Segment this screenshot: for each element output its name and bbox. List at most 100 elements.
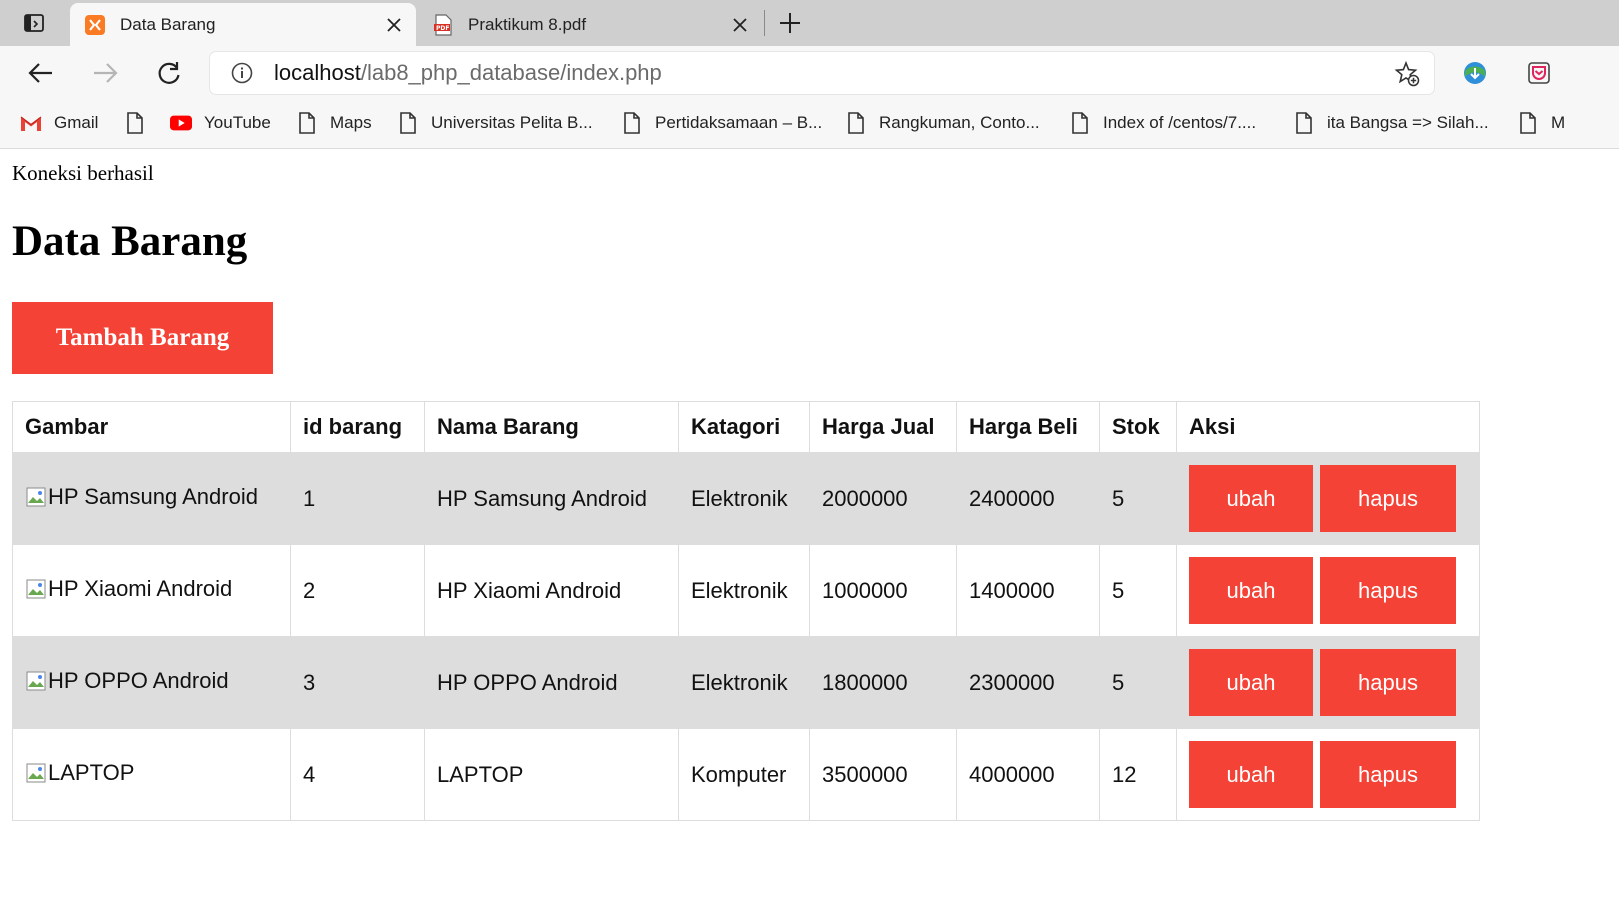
edit-button[interactable]: ubah [1189, 649, 1313, 716]
image-cell: HP Samsung Android [12, 452, 291, 545]
broken-image-icon [26, 671, 46, 690]
cell-actions: ubah hapus [1176, 728, 1480, 821]
xampp-icon [84, 14, 106, 36]
page-icon [1517, 112, 1539, 134]
bookmark-label: Rangkuman, Conto... [879, 113, 1040, 132]
table-row: HP OPPO Android 3 HP OPPO Android Elektr… [12, 636, 1480, 729]
cell-category: Elektronik [678, 452, 810, 545]
product-image: HP OPPO Android [25, 668, 229, 694]
image-cell: LAPTOP [12, 728, 291, 821]
add-item-button[interactable]: Tambah Barang [12, 302, 273, 374]
site-info-icon[interactable] [230, 61, 254, 85]
column-header: Aksi [1176, 401, 1480, 453]
bookmark-label: M [1551, 113, 1566, 132]
delete-button[interactable]: hapus [1320, 465, 1456, 532]
column-header: Harga Beli [956, 401, 1100, 453]
page-title: Data Barang [12, 218, 248, 265]
page-icon [124, 112, 146, 134]
image-alt-text: HP Xiaomi Android [48, 575, 233, 601]
tab-actions-menu-icon[interactable] [16, 9, 52, 37]
cell-id: 2 [290, 544, 425, 637]
bookmark-youtube[interactable]: YouTube [170, 110, 271, 136]
browser-toolbar: localhost/lab8_php_database/index.php [0, 46, 1619, 100]
column-header: id barang [290, 401, 425, 453]
column-header: Gambar [12, 401, 291, 453]
page-icon [1293, 112, 1315, 134]
forward-arrow-icon[interactable] [90, 58, 120, 88]
table-row: HP Xiaomi Android 2 HP Xiaomi Android El… [12, 544, 1480, 637]
address-bar[interactable]: localhost/lab8_php_database/index.php [210, 52, 1434, 94]
column-header: Harga Jual [809, 401, 957, 453]
back-arrow-icon[interactable] [26, 58, 56, 88]
delete-button[interactable]: hapus [1320, 649, 1456, 716]
items-table: Gambar id barang Nama Barang Katagori Ha… [12, 401, 1480, 821]
cell-id: 4 [290, 728, 425, 821]
add-favorite-star-icon[interactable] [1394, 60, 1420, 87]
bookmark-label: Gmail [54, 113, 99, 132]
cell-actions: ubah hapus [1176, 452, 1480, 545]
bookmark-universitas[interactable]: Universitas Pelita B... [397, 110, 593, 136]
table-row: HP Samsung Android 1 HP Samsung Android … [12, 452, 1480, 545]
reload-icon[interactable] [154, 58, 184, 88]
page-icon [845, 112, 867, 134]
close-tab-icon[interactable] [380, 11, 408, 39]
bookmark-gmail[interactable]: Gmail [20, 110, 98, 136]
tab-praktikum-pdf[interactable]: PDF Praktikum 8.pdf [418, 3, 762, 46]
image-alt-text: HP Samsung Android [48, 483, 258, 509]
page-icon [296, 112, 318, 134]
bookmark-pertidaksamaan[interactable]: Pertidaksamaan – B... [621, 110, 822, 136]
cell-buy-price: 2300000 [956, 636, 1100, 729]
edit-button[interactable]: ubah [1189, 557, 1313, 624]
cell-stock: 5 [1099, 452, 1177, 545]
cell-actions: ubah hapus [1176, 636, 1480, 729]
column-header: Katagori [678, 401, 810, 453]
edit-button[interactable]: ubah [1189, 741, 1313, 808]
broken-image-icon [26, 487, 46, 506]
pdf-icon: PDF [432, 13, 454, 36]
cell-category: Komputer [678, 728, 810, 821]
cell-category: Elektronik [678, 636, 810, 729]
cell-buy-price: 4000000 [956, 728, 1100, 821]
connection-status: Koneksi berhasil [12, 161, 154, 185]
image-cell: HP OPPO Android [12, 636, 291, 729]
bookmark-pelita-bangsa[interactable]: ita Bangsa => Silah... [1293, 110, 1489, 136]
pocket-extension-icon[interactable] [1524, 58, 1554, 88]
bookmark-label: Pertidaksamaan – B... [655, 113, 823, 132]
cell-id: 3 [290, 636, 425, 729]
cell-category: Elektronik [678, 544, 810, 637]
tab-divider [764, 10, 765, 36]
bookmarks-bar: Gmail YouTube Maps Universitas Pelita B.… [0, 100, 1619, 149]
bookmark-truncated[interactable]: M [1517, 110, 1565, 136]
cell-buy-price: 2400000 [956, 452, 1100, 545]
bookmark-label: Index of /centos/7.... [1103, 113, 1257, 132]
bookmark-index-centos[interactable]: Index of /centos/7.... [1069, 110, 1256, 136]
broken-image-icon [26, 763, 46, 782]
bookmark-blank[interactable] [124, 110, 158, 136]
cell-sell-price: 1000000 [809, 544, 957, 637]
download-manager-extension-icon[interactable] [1460, 58, 1490, 88]
cell-buy-price: 1400000 [956, 544, 1100, 637]
page-content: Koneksi berhasil Data Barang Tambah Bara… [0, 149, 1619, 909]
cell-sell-price: 3500000 [809, 728, 957, 821]
cell-name: HP OPPO Android [424, 636, 679, 729]
cell-stock: 5 [1099, 544, 1177, 637]
delete-button[interactable]: hapus [1320, 557, 1456, 624]
tab-data-barang[interactable]: Data Barang [70, 3, 416, 46]
column-header: Nama Barang [424, 401, 679, 453]
new-tab-plus-icon[interactable] [776, 9, 804, 37]
cell-actions: ubah hapus [1176, 544, 1480, 637]
bookmark-label: Maps [330, 113, 372, 132]
close-tab-icon[interactable] [726, 11, 754, 39]
product-image: HP Samsung Android [25, 484, 258, 510]
bookmark-rangkuman[interactable]: Rangkuman, Conto... [845, 110, 1040, 136]
table-header-row: Gambar id barang Nama Barang Katagori Ha… [12, 401, 1480, 453]
broken-image-icon [26, 579, 46, 598]
cell-name: HP Samsung Android [424, 452, 679, 545]
table-row: LAPTOP 4 LAPTOP Komputer 3500000 4000000… [12, 728, 1480, 821]
edit-button[interactable]: ubah [1189, 465, 1313, 532]
delete-button[interactable]: hapus [1320, 741, 1456, 808]
page-icon [621, 112, 643, 134]
bookmark-maps[interactable]: Maps [296, 110, 372, 136]
url-text[interactable]: localhost/lab8_php_database/index.php [274, 60, 662, 86]
youtube-icon [170, 112, 192, 134]
